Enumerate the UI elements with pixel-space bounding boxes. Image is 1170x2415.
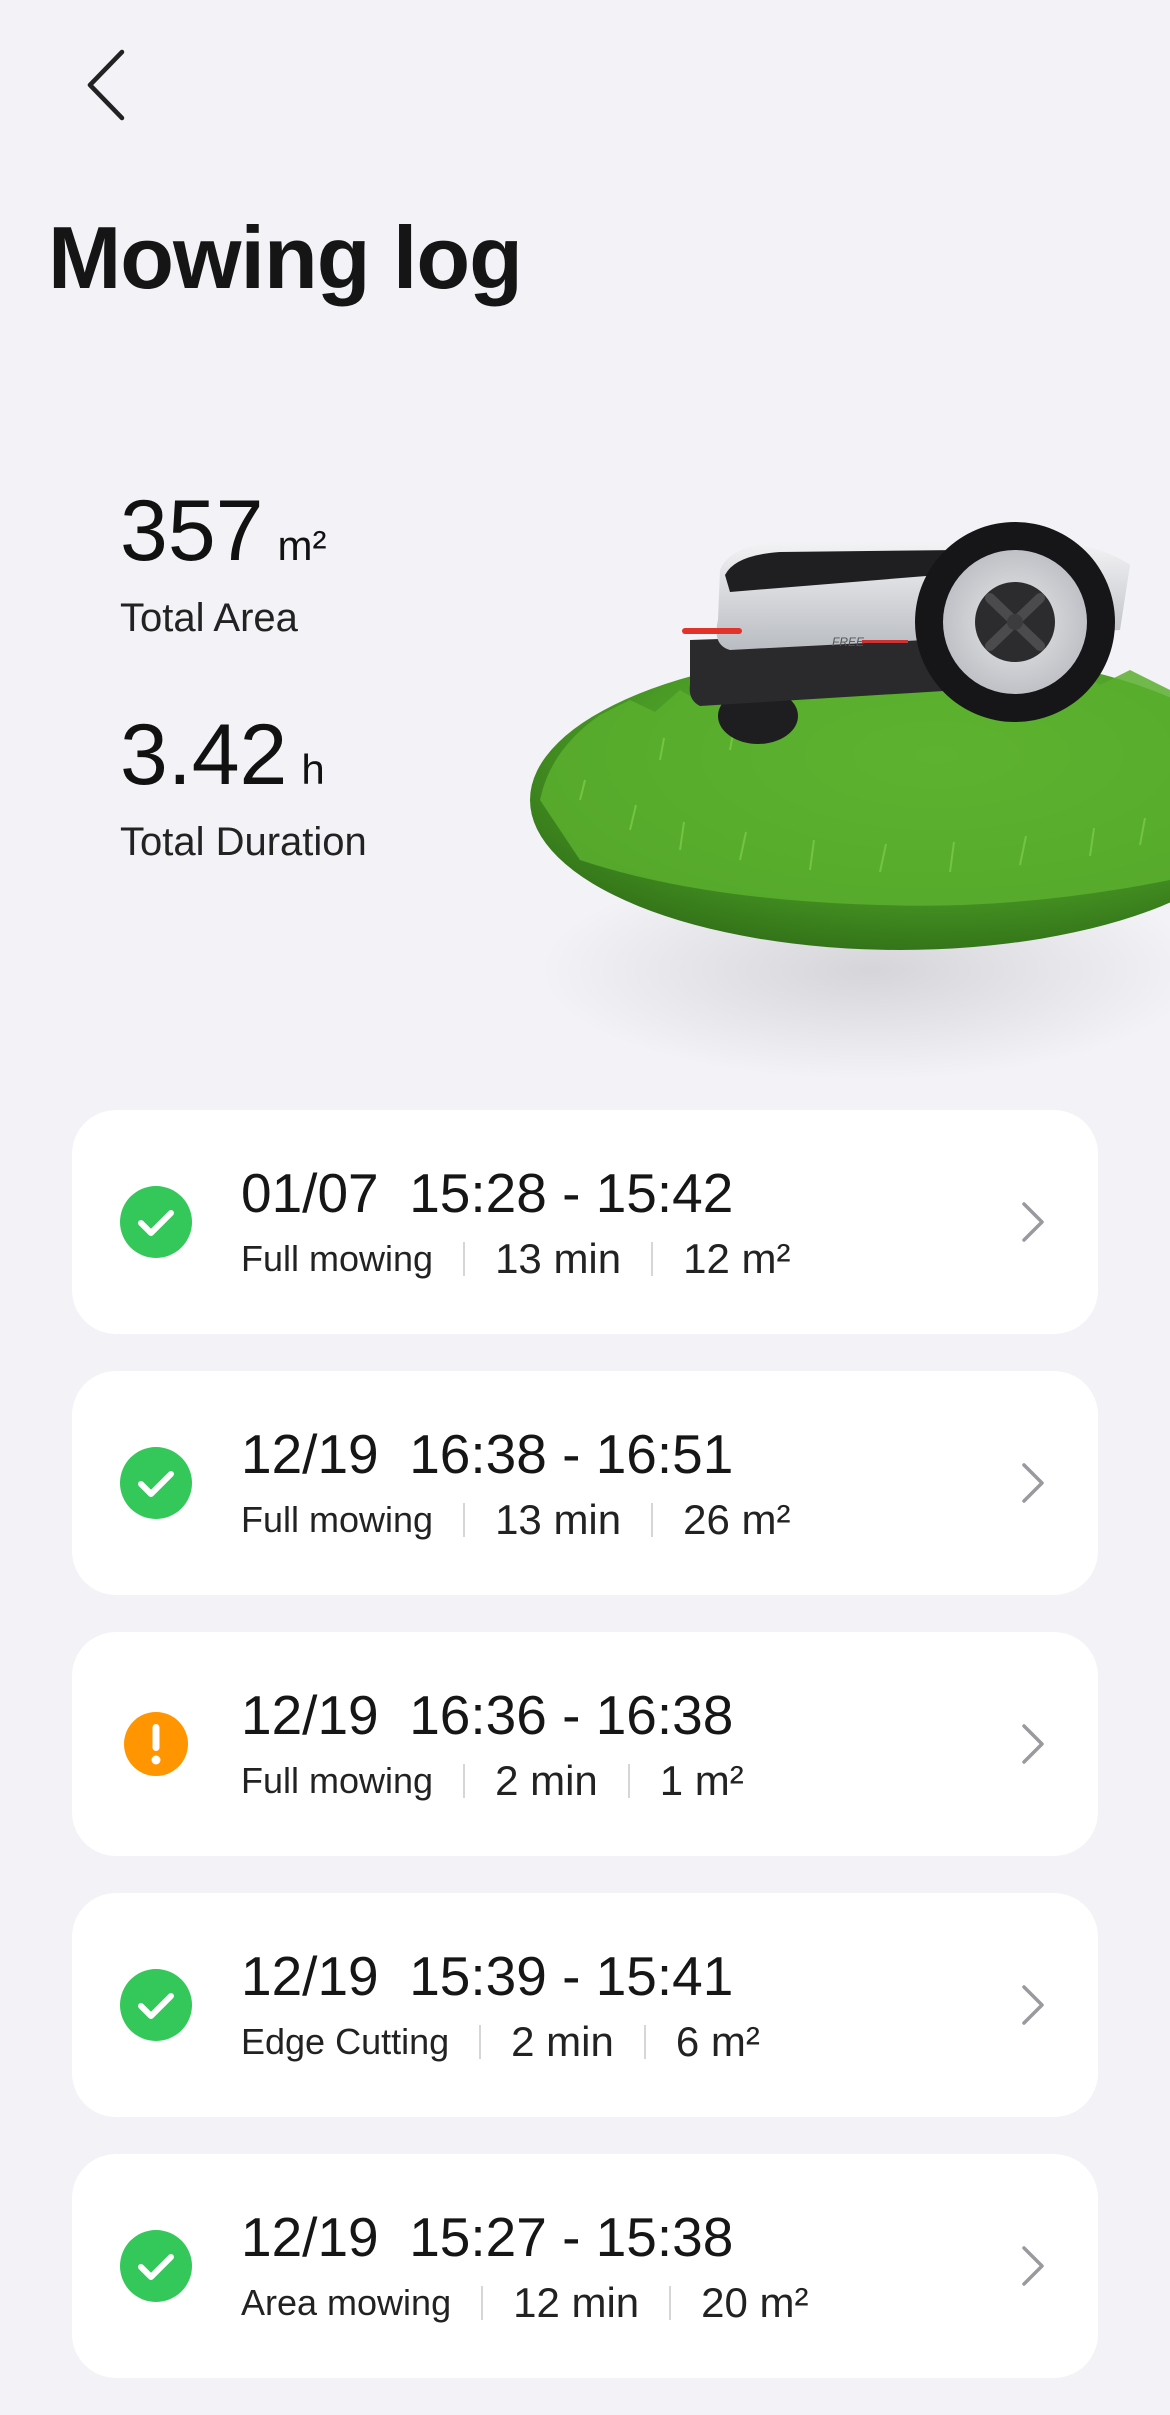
session-time-range: 15:27 - 15:38 [409, 2206, 734, 2268]
divider [463, 1503, 466, 1537]
divider [479, 2025, 482, 2059]
divider [643, 2025, 646, 2059]
total-duration-value: 3.42 [120, 707, 288, 803]
session-list: 01/07 15:28 - 15:42 Full mowing 13 min 1… [72, 1110, 1098, 2415]
back-button[interactable] [70, 40, 142, 130]
total-area-label: Total Area [120, 596, 298, 640]
session-time: 12/19 15:27 - 15:38 [241, 2210, 733, 2265]
divider [627, 1764, 630, 1798]
divider [481, 2286, 484, 2320]
session-date: 12/19 [241, 1945, 379, 2007]
total-area-value: 357 [120, 483, 264, 579]
total-duration-stat: 3.42 h Total Duration [120, 712, 367, 865]
session-date: 12/19 [241, 1684, 379, 1746]
chevron-right-icon [1022, 1985, 1044, 2025]
session-duration: 2 min [511, 2018, 614, 2065]
checkmark-circle-icon [120, 1447, 192, 1519]
session-duration: 2 min [495, 1757, 598, 1804]
session-time-range: 15:39 - 15:41 [409, 1945, 734, 2007]
session-time: 12/19 16:36 - 16:38 [241, 1688, 733, 1743]
session-area: 20 m² [701, 2279, 809, 2326]
chevron-right-icon [1022, 1724, 1044, 1764]
total-area-unit: m² [277, 522, 327, 569]
session-card[interactable]: 12/19 15:27 - 15:38 Area mowing 12 min 2… [72, 2154, 1098, 2378]
session-area: 26 m² [683, 1496, 791, 1543]
session-date: 01/07 [241, 1162, 379, 1224]
session-duration: 12 min [513, 2279, 640, 2326]
session-card[interactable]: 12/19 15:39 - 15:41 Edge Cutting 2 min 6… [72, 1893, 1098, 2117]
mower-badge-text: FREE [832, 635, 865, 649]
divider [651, 1242, 654, 1276]
session-mode: Edge Cutting [241, 2021, 450, 2062]
session-mode: Full mowing [241, 1760, 434, 1801]
session-card[interactable]: 12/19 16:38 - 16:51 Full mowing 13 min 2… [72, 1371, 1098, 1595]
session-card[interactable]: 12/19 16:36 - 16:38 Full mowing 2 min 1 … [72, 1632, 1098, 1856]
checkmark-circle-icon [120, 2230, 192, 2302]
chevron-right-icon [1022, 2246, 1044, 2286]
total-duration-label: Total Duration [120, 820, 367, 864]
total-duration-unit: h [301, 746, 325, 793]
divider [669, 2286, 672, 2320]
session-time: 12/19 15:39 - 15:41 [241, 1949, 733, 2004]
chevron-right-icon [1022, 1463, 1044, 1503]
session-time-range: 16:36 - 16:38 [409, 1684, 734, 1746]
checkmark-circle-icon [120, 1969, 192, 2041]
session-date: 12/19 [241, 1423, 379, 1485]
session-time: 01/07 15:28 - 15:42 [241, 1166, 733, 1221]
session-meta: Full mowing 13 min 26 m² [241, 1499, 790, 1541]
session-meta: Full mowing 13 min 12 m² [241, 1238, 790, 1280]
exclamation-circle-icon [124, 1712, 188, 1776]
divider [651, 1503, 654, 1537]
session-area: 1 m² [659, 1757, 744, 1804]
session-date: 12/19 [241, 2206, 379, 2268]
session-duration: 13 min [495, 1235, 622, 1282]
divider [463, 1764, 466, 1798]
session-time-range: 15:28 - 15:42 [409, 1162, 734, 1224]
session-time-range: 16:38 - 16:51 [409, 1423, 734, 1485]
chevron-right-icon [1022, 1202, 1044, 1242]
session-card[interactable]: 01/07 15:28 - 15:42 Full mowing 13 min 1… [72, 1110, 1098, 1334]
divider [463, 1242, 466, 1276]
session-mode: Area mowing [241, 2282, 452, 2323]
total-area-stat: 357 m² Total Area [120, 488, 326, 641]
session-duration: 13 min [495, 1496, 622, 1543]
session-area: 6 m² [675, 2018, 760, 2065]
session-meta: Full mowing 2 min 1 m² [241, 1760, 744, 1802]
session-area: 12 m² [683, 1235, 791, 1282]
session-time: 12/19 16:38 - 16:51 [241, 1427, 733, 1482]
page-title: Mowing log [48, 208, 523, 307]
chevron-left-icon [87, 49, 125, 121]
mower-on-grass-illustration: FREE [530, 522, 1170, 1080]
session-meta: Area mowing 12 min 20 m² [241, 2282, 809, 2324]
checkmark-circle-icon [120, 1186, 192, 1258]
session-mode: Full mowing [241, 1238, 434, 1279]
session-meta: Edge Cutting 2 min 6 m² [241, 2021, 760, 2063]
session-mode: Full mowing [241, 1499, 434, 1540]
